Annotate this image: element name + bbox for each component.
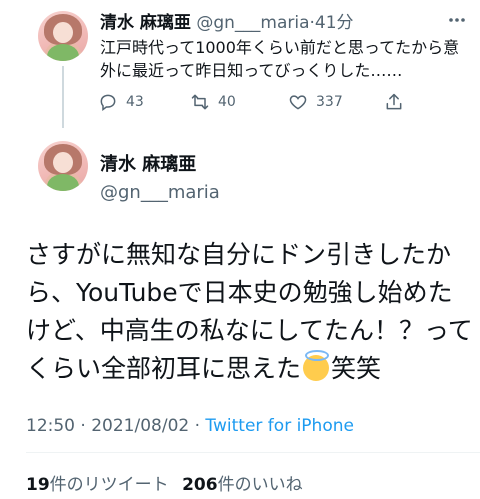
retweets-stat[interactable]: 19件のリツイート bbox=[26, 475, 169, 495]
tweet-header: 清水 麻璃亜 @gn___maria bbox=[100, 150, 220, 203]
avatar-face bbox=[53, 152, 73, 173]
reply-icon bbox=[100, 94, 116, 111]
more-icon-graphic bbox=[449, 18, 465, 22]
smiling-face-with-halo-emoji bbox=[303, 350, 330, 381]
tweet-actions: 43 40 337 bbox=[98, 92, 418, 114]
share-button[interactable] bbox=[384, 92, 404, 112]
reply-count: 43 bbox=[126, 94, 144, 110]
tweet-text-end: 笑笑 bbox=[331, 354, 382, 383]
tweet-header: 清水 麻璃亜 @gn___maria·41分 bbox=[100, 8, 354, 33]
avatar[interactable] bbox=[38, 11, 88, 61]
heart-icon bbox=[289, 95, 307, 110]
tweet-text: さすがに無知な自分にドン引きしたから、YouTubeで日本史の勉強し始めたけど、… bbox=[26, 236, 476, 388]
reply-button[interactable]: 43 bbox=[98, 92, 144, 112]
display-name[interactable]: 清水 麻璃亜 bbox=[100, 150, 220, 176]
tweet-stats: 19件のリツイート 206件のいいね bbox=[26, 470, 303, 495]
handle[interactable]: @gn___maria bbox=[196, 13, 309, 33]
display-name[interactable]: 清水 麻璃亜 bbox=[100, 13, 191, 33]
thread-line bbox=[62, 66, 64, 128]
handle[interactable]: @gn___maria bbox=[100, 182, 220, 203]
retweet-icon bbox=[191, 94, 209, 110]
avatar-face bbox=[53, 22, 73, 43]
tweet-text: 江戸時代って1000年くらい前だと思ってたから意外に最近って昨日知ってびっくりし… bbox=[100, 38, 460, 80]
retweet-total: 19 bbox=[26, 475, 50, 495]
retweet-button[interactable]: 40 bbox=[190, 92, 236, 112]
tweet-metadata: 12:50 · 2021/08/02 · Twitter for iPhone bbox=[26, 416, 354, 436]
divider bbox=[26, 452, 480, 453]
like-label: 件のいいね bbox=[217, 475, 303, 495]
share-icon bbox=[386, 93, 402, 110]
tweet-date[interactable]: 2021/08/02 bbox=[91, 416, 189, 436]
likes-stat[interactable]: 206件のいいね bbox=[182, 475, 303, 495]
like-button[interactable]: 337 bbox=[288, 92, 343, 112]
avatar-body bbox=[47, 44, 79, 61]
retweet-label: 件のリツイート bbox=[49, 475, 169, 495]
like-count: 337 bbox=[316, 94, 343, 110]
avatar-body bbox=[47, 174, 79, 191]
meta-separator: · bbox=[194, 416, 201, 436]
avatar[interactable] bbox=[38, 141, 88, 191]
tweet-time[interactable]: 12:50 bbox=[26, 416, 75, 436]
tweet-text-main: さすがに無知な自分にドン引きしたから、YouTubeで日本史の勉強し始めたけど、… bbox=[26, 240, 473, 383]
like-total: 206 bbox=[182, 475, 218, 495]
tweet-source[interactable]: Twitter for iPhone bbox=[205, 416, 354, 436]
meta-separator: · bbox=[80, 416, 86, 436]
retweet-count: 40 bbox=[218, 94, 236, 110]
timestamp[interactable]: 41分 bbox=[315, 13, 354, 33]
more-icon[interactable] bbox=[447, 10, 467, 35]
